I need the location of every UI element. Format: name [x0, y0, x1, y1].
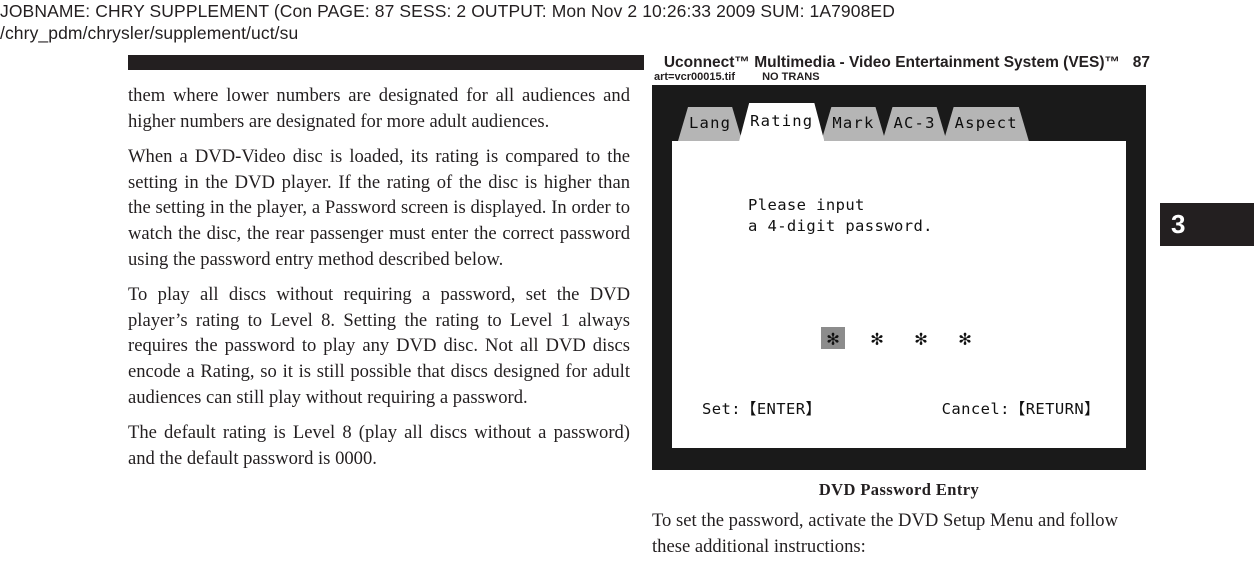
job-header-line-2: /chry_pdm/chrysler/supplement/uct/su [0, 23, 299, 43]
password-char-1[interactable]: ✻ [821, 327, 845, 349]
password-entry-field[interactable]: ✻ ✻ ✻ ✻ [672, 327, 1126, 349]
set-enter-hint[interactable]: Set:【ENTER】 [702, 397, 821, 419]
cancel-return-hint[interactable]: Cancel:【RETURN】 [942, 397, 1100, 419]
art-slug-line: art=vcr00015.tif NO TRANS [654, 71, 1148, 84]
dvd-action-hints: Set:【ENTER】 Cancel:【RETURN】 [702, 397, 1100, 419]
body-paragraph: The default rating is Level 8 (play all … [128, 422, 630, 469]
chapter-number: 3 [1171, 209, 1186, 239]
password-char-3[interactable]: ✻ [909, 327, 933, 349]
job-header-line-1: JOBNAME: CHRY SUPPLEMENT (Con PAGE: 87 S… [0, 1, 895, 21]
dvd-tab-ac3[interactable]: AC-3 [882, 107, 946, 141]
password-char-4[interactable]: ✻ [953, 327, 977, 349]
body-paragraph: When a DVD-Video disc is loaded, its rat… [128, 146, 630, 270]
body-paragraph: To set the password, activate the DVD Se… [652, 510, 1119, 557]
right-text-column: To set the password, activate the DVD Se… [652, 508, 1150, 559]
dvd-tab-lang[interactable]: Lang [678, 107, 742, 141]
body-paragraph: To play all discs without requiring a pa… [128, 284, 630, 408]
figure-caption: DVD Password Entry [818, 480, 980, 499]
dvd-tab-rating[interactable]: Rating [739, 103, 824, 141]
dvd-tab-mark[interactable]: Mark [821, 107, 885, 141]
chapter-thumb-tab: 3 [1160, 203, 1254, 246]
header-rule [128, 55, 644, 70]
page-number: 87 [1132, 54, 1150, 71]
print-job-header: JOBNAME: CHRY SUPPLEMENT (Con PAGE: 87 S… [0, 0, 1254, 44]
dvd-screen-panel: Lang Rating Mark AC-3 Aspect Please inpu… [672, 103, 1126, 448]
dvd-password-screen-figure: Lang Rating Mark AC-3 Aspect Please inpu… [652, 85, 1146, 470]
art-trans-note: NO TRANS [762, 71, 820, 83]
left-text-column: them where lower numbers are designated … [128, 83, 630, 471]
dvd-tab-content-rating: Please input a 4-digit password. ✻ ✻ ✻ ✻… [672, 141, 1126, 448]
dvd-tab-aspect[interactable]: Aspect [944, 107, 1029, 141]
running-head-title: Uconnect™ Multimedia - Video Entertainme… [663, 54, 1120, 71]
right-column: Lang Rating Mark AC-3 Aspect Please inpu… [652, 85, 1150, 559]
dvd-setup-tab-bar: Lang Rating Mark AC-3 Aspect [672, 103, 1126, 141]
password-char-2[interactable]: ✻ [865, 327, 889, 349]
body-paragraph: them where lower numbers are designated … [128, 85, 630, 132]
password-prompt-text: Please input a 4-digit password. [748, 196, 933, 235]
art-file-name: art=vcr00015.tif [654, 71, 736, 83]
running-head: Uconnect™ Multimedia - Video Entertainme… [128, 53, 1150, 73]
